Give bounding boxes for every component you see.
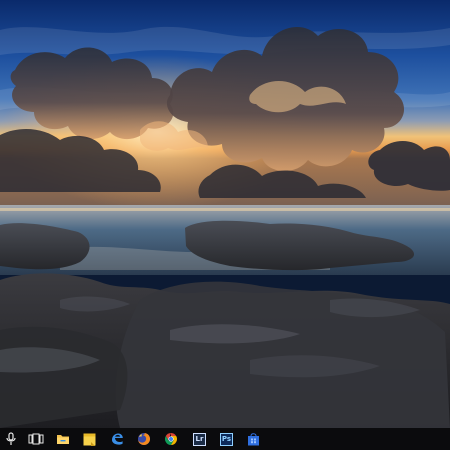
lightroom-icon[interactable]: Lr (186, 428, 213, 450)
taskbar: Lr Ps (0, 428, 450, 450)
photoshop-tile: Ps (220, 432, 233, 446)
desktop-wallpaper (0, 0, 450, 428)
photoshop-label: Ps (221, 434, 232, 443)
photoshop-icon[interactable]: Ps (213, 428, 240, 450)
microphone-icon[interactable] (0, 428, 22, 450)
desktop: Lr Ps (0, 0, 450, 450)
sticky-notes-icon[interactable] (76, 428, 103, 450)
chrome-icon[interactable] (157, 428, 184, 450)
lightroom-tile: Lr (193, 432, 206, 446)
lightroom-label: Lr (195, 434, 204, 443)
store-icon[interactable] (240, 428, 267, 450)
file-explorer-icon[interactable] (49, 428, 76, 450)
task-view-icon[interactable] (22, 428, 49, 450)
edge-browser-icon[interactable] (103, 428, 130, 450)
firefox-icon[interactable] (130, 428, 157, 450)
